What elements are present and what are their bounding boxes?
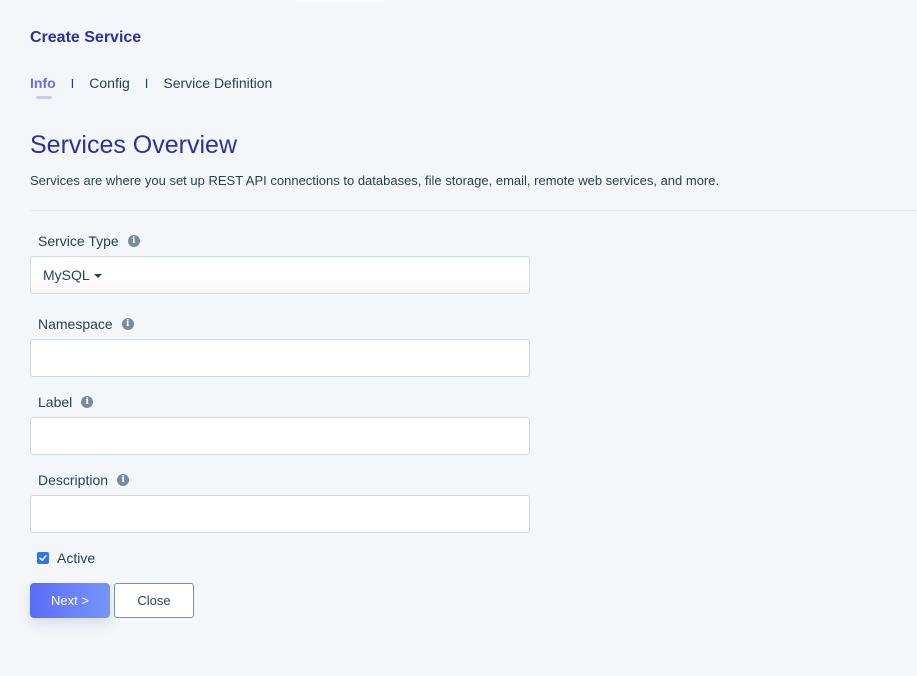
description-input[interactable] [30,495,530,533]
close-button[interactable]: Close [114,583,194,618]
tab-separator: I [70,75,75,91]
section-heading: Services Overview [30,131,237,159]
description-label: Description i [38,472,130,488]
tab-info[interactable]: Info [30,75,56,99]
tab-separator: I [144,75,149,91]
create-service-page: Create Service Info I Config I Service D… [0,0,917,676]
service-type-label-text: Service Type [38,233,119,249]
service-type-value: MySQL [43,267,90,283]
active-checkbox[interactable] [37,552,49,564]
top-edge [0,0,917,2]
divider [30,210,917,211]
wizard-tabs: Info I Config I Service Definition [30,75,272,99]
active-label: Active [57,550,96,566]
service-type-label: Service Type i [38,233,140,249]
checkmark-icon [39,555,47,561]
page-title: Create Service [30,29,142,46]
namespace-input[interactable] [30,339,530,377]
next-button[interactable]: Next > [30,583,110,618]
label-label: Label i [38,394,94,410]
description-label-text: Description [38,472,109,488]
caret-down-icon [93,273,102,278]
info-icon[interactable]: i [81,396,94,408]
label-input[interactable] [30,417,530,455]
top-edge-highlight [296,0,384,2]
namespace-label: Namespace i [38,316,134,332]
info-icon[interactable]: i [127,235,140,247]
tab-config[interactable]: Config [89,75,129,91]
info-icon[interactable]: i [121,318,134,330]
label-label-text: Label [38,394,73,410]
info-icon[interactable]: i [117,474,130,486]
section-description: Services are where you set up REST API c… [30,173,720,188]
service-type-select[interactable]: MySQL [30,256,530,294]
namespace-label-text: Namespace [38,316,113,332]
active-checkbox-row: Active [37,550,95,566]
tab-service-definition[interactable]: Service Definition [163,75,272,91]
